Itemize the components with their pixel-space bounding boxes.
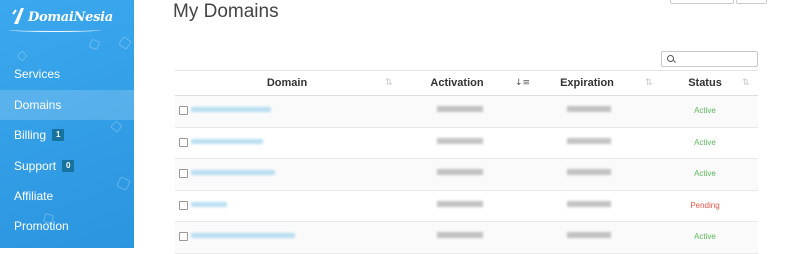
sidebar-item-label: Billing (14, 128, 47, 142)
sort-icon[interactable]: ⇅ (742, 78, 750, 88)
domain-link[interactable] (191, 107, 271, 112)
support-count-badge: 0 (62, 160, 75, 172)
sidebar-item-services[interactable]: Services (0, 59, 134, 89)
search-input[interactable] (661, 51, 758, 67)
row-checkbox[interactable] (179, 169, 188, 178)
activation-date (437, 200, 483, 207)
sidebar-item-domains[interactable]: Domains (0, 90, 134, 120)
sidebar-item-billing[interactable]: Billing 1 (0, 120, 134, 150)
activation-date (437, 106, 483, 112)
expiration-date (567, 169, 611, 175)
domain-link[interactable] (191, 233, 295, 238)
row-checkbox[interactable] (179, 137, 188, 147)
column-header-domain[interactable]: Domain (175, 71, 399, 95)
expiration-date (567, 137, 611, 144)
domain-link[interactable] (191, 201, 227, 207)
expiration-date (567, 106, 611, 112)
status-badge: Active (694, 106, 716, 115)
table-header: Domain ⇅ Activation ↓≡ Expiration ⇅ Stat… (175, 70, 758, 96)
activation-date (437, 137, 483, 144)
table-row: Active (175, 222, 758, 254)
row-checkbox[interactable] (179, 232, 188, 241)
activation-date (437, 169, 483, 175)
sidebar-item-support[interactable]: Support 0 (0, 151, 134, 181)
sidebar-item-promotion[interactable]: Promotion (0, 211, 134, 241)
table-row: Pending (175, 191, 758, 222)
top-action-button[interactable] (670, 0, 734, 4)
table-row: Active (175, 159, 758, 191)
domain-link[interactable] (191, 138, 263, 144)
sidebar-item-label: Promotion (14, 219, 69, 233)
brand-name: DomaiNesia (28, 9, 113, 25)
domain-link[interactable] (191, 170, 275, 175)
sidebar-item-label: Domains (14, 98, 62, 112)
expiration-date (567, 232, 611, 238)
search-icon (667, 55, 674, 62)
decorative-square (118, 36, 132, 50)
brand-logo[interactable]: DomaiNesia (12, 6, 113, 28)
row-checkbox[interactable] (179, 106, 188, 115)
column-header-expiration[interactable]: Expiration (529, 71, 645, 95)
logo-mark-icon (12, 8, 24, 24)
sort-amount-icon[interactable]: ↓≡ (515, 78, 530, 88)
status-badge: Active (694, 137, 716, 147)
sidebar-item-label: Affiliate (14, 189, 54, 203)
page-title: My Domains (173, 1, 279, 22)
sidebar-item-label: Support (14, 159, 57, 173)
billing-count-badge: 1 (52, 129, 65, 141)
sidebar-item-affiliate[interactable]: Affiliate (0, 181, 134, 211)
column-header-activation[interactable]: Activation (399, 71, 515, 95)
logo-swoosh (9, 28, 101, 32)
activation-date (437, 232, 483, 238)
domains-table: Domain ⇅ Activation ↓≡ Expiration ⇅ Stat… (175, 70, 758, 254)
table-row: Active (175, 96, 758, 128)
sidebar: DomaiNesia Services Domains Billing 1 Su… (0, 0, 134, 248)
row-checkbox[interactable] (179, 200, 188, 210)
table-row: Active (175, 128, 758, 159)
sidebar-item-label: Services (14, 67, 61, 81)
sort-icon[interactable]: ⇅ (385, 78, 393, 88)
status-badge: Pending (690, 200, 720, 210)
top-action-button-secondary[interactable] (736, 0, 767, 4)
expiration-date (567, 200, 611, 207)
decorative-square (88, 38, 101, 51)
table-body: Active Active Active Pending Active (175, 96, 758, 254)
status-badge: Active (694, 169, 716, 178)
